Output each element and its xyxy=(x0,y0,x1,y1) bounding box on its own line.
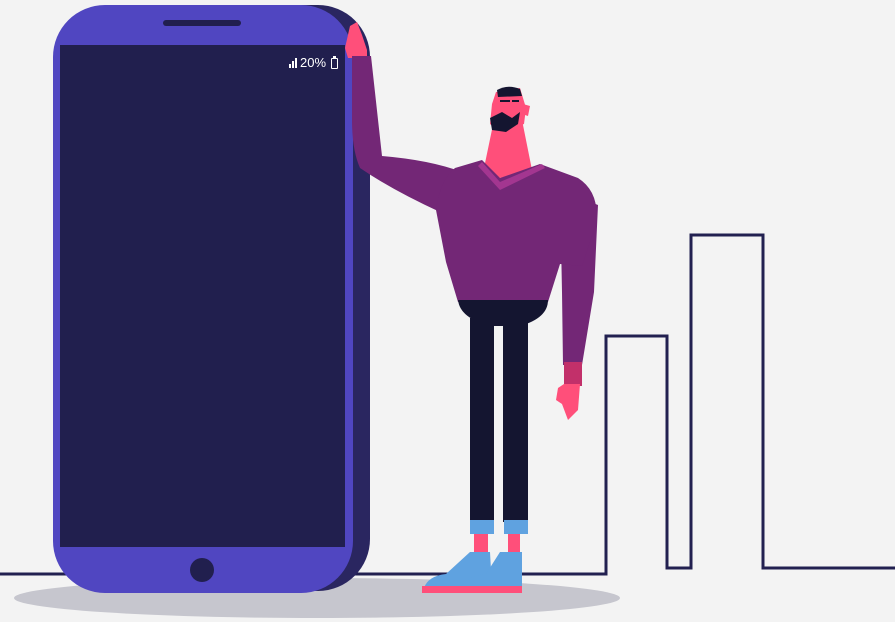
man-right-sole xyxy=(458,586,522,593)
battery-low-icon xyxy=(331,55,339,69)
phone-status-bar: 20% xyxy=(289,55,339,71)
man-cuff xyxy=(564,362,582,386)
signal-bars-icon xyxy=(289,58,297,68)
man-character xyxy=(345,22,598,593)
man-left-cuff xyxy=(470,520,494,534)
phone-home-button xyxy=(190,558,214,582)
phone-screen xyxy=(60,45,345,547)
man-hair xyxy=(497,86,522,97)
man-right-leg xyxy=(503,318,528,522)
man-right-cuff xyxy=(504,520,528,534)
phone-speaker xyxy=(163,20,241,26)
illustration-scene xyxy=(0,5,895,618)
man-hanging-hand xyxy=(556,384,580,420)
man-eyebrow-right xyxy=(512,100,519,102)
battery-percent: 20% xyxy=(300,55,327,70)
smartphone xyxy=(53,5,370,593)
man-ear xyxy=(522,104,530,116)
man-eyebrow xyxy=(500,100,510,102)
man-left-leg xyxy=(470,318,494,522)
